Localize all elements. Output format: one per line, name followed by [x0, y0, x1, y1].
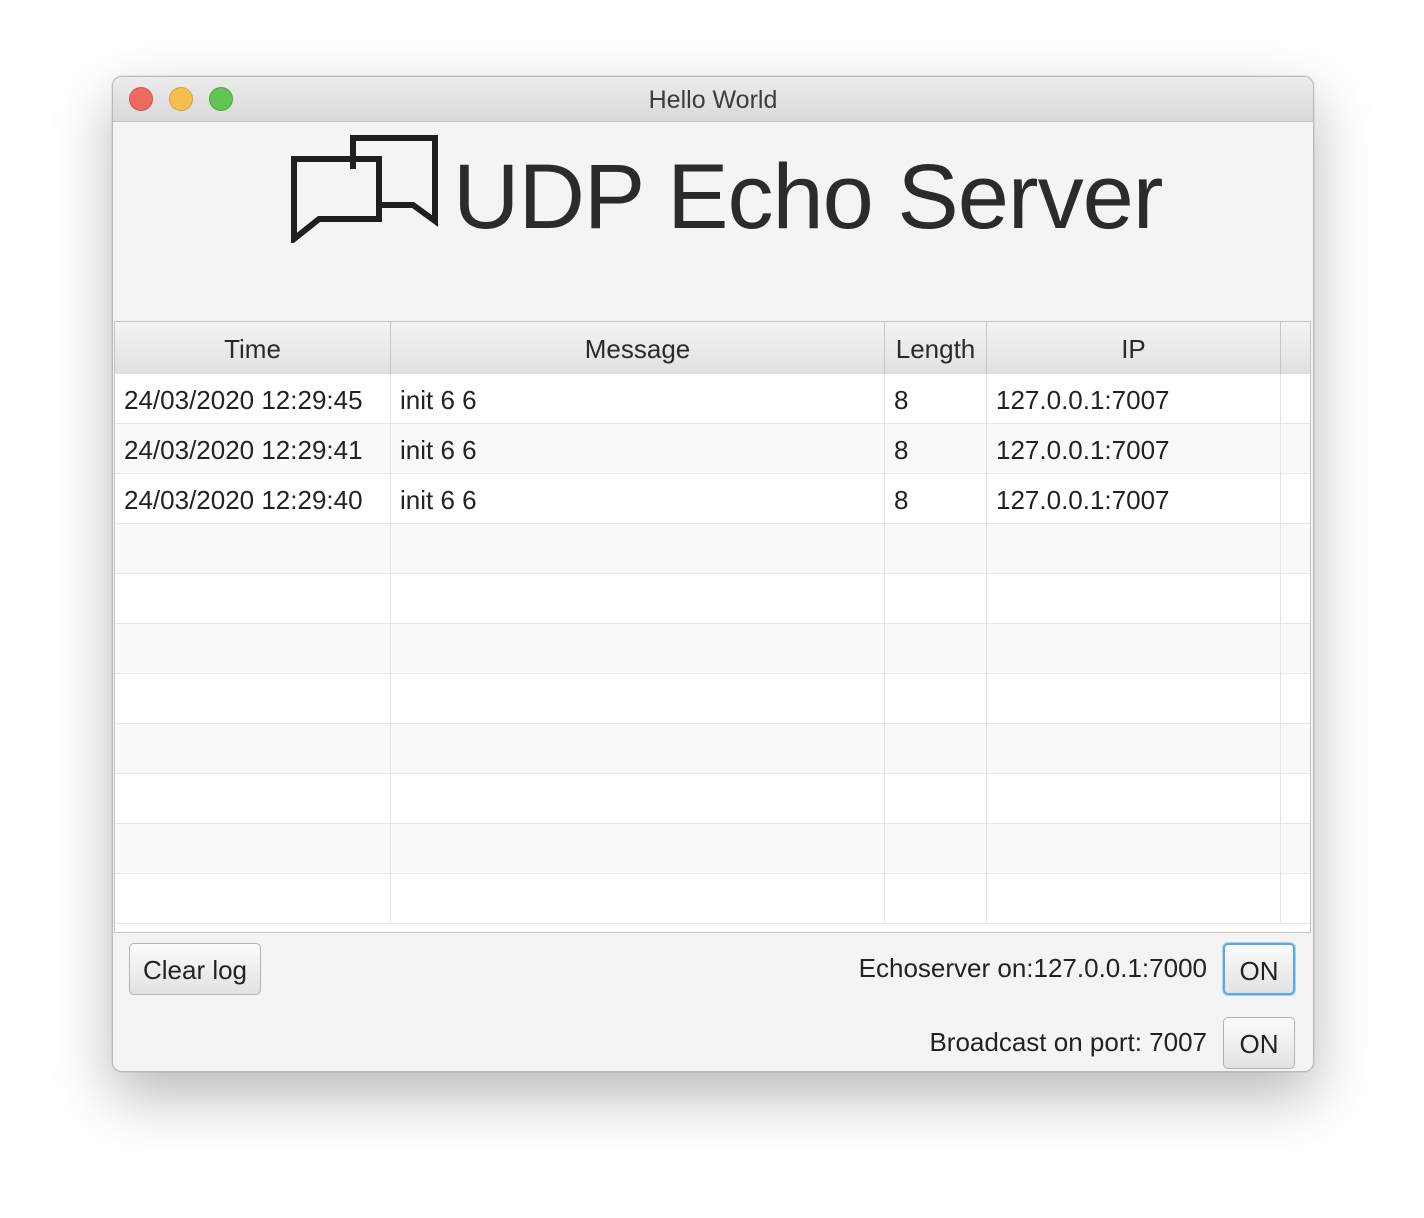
cell-time: 24/03/2020 12:29:45	[115, 374, 391, 424]
empty-row	[115, 724, 1310, 774]
echoserver-status-label: Echoserver on:127.0.0.1:7000	[858, 953, 1207, 983]
empty-cell	[391, 774, 885, 824]
empty-row	[115, 774, 1310, 824]
cell-ip: 127.0.0.1:7007	[987, 424, 1281, 474]
empty-cell	[1281, 674, 1310, 724]
empty-cell	[885, 874, 987, 924]
empty-cell	[987, 674, 1281, 724]
empty-cell	[987, 574, 1281, 624]
empty-row	[115, 524, 1310, 574]
empty-cell	[115, 574, 391, 624]
cell-length: 8	[885, 424, 987, 474]
empty-cell	[987, 824, 1281, 874]
column-header-message[interactable]: Message	[391, 322, 885, 374]
empty-cell	[987, 624, 1281, 674]
empty-cell	[391, 724, 885, 774]
cell-time: 24/03/2020 12:29:41	[115, 424, 391, 474]
table-row[interactable]: 24/03/2020 12:29:40 init 6 6 8 127.0.0.1…	[115, 474, 1310, 524]
cell-message: init 6 6	[391, 474, 885, 524]
empty-cell	[391, 524, 885, 574]
title-bar[interactable]: Hello World	[113, 77, 1313, 122]
cell-ip: 127.0.0.1:7007	[987, 374, 1281, 424]
empty-cell	[391, 824, 885, 874]
app-header: UDP Echo Server	[113, 121, 1313, 321]
log-table[interactable]: Time Message Length IP 24/03/2020 12:29:…	[114, 321, 1311, 933]
column-header-length[interactable]: Length	[885, 322, 987, 374]
window-title: Hello World	[648, 86, 778, 114]
broadcast-toggle-button[interactable]: ON	[1223, 1017, 1295, 1069]
empty-cell	[115, 874, 391, 924]
clear-log-button[interactable]: Clear log	[129, 943, 261, 995]
empty-row	[115, 824, 1310, 874]
cell-length: 8	[885, 474, 987, 524]
cell-length: 8	[885, 374, 987, 424]
cell-filler	[1281, 424, 1310, 474]
empty-cell	[987, 874, 1281, 924]
empty-row	[115, 624, 1310, 674]
empty-cell	[115, 724, 391, 774]
echoserver-toggle-button[interactable]: ON	[1223, 943, 1295, 995]
empty-cell	[115, 824, 391, 874]
empty-cell	[885, 674, 987, 724]
empty-row	[115, 674, 1310, 724]
app-window: Hello World UDP Echo Server Time Message…	[112, 76, 1314, 1072]
empty-cell	[1281, 624, 1310, 674]
column-header-time[interactable]: Time	[115, 322, 391, 374]
empty-cell	[885, 624, 987, 674]
empty-cell	[115, 624, 391, 674]
cell-filler	[1281, 474, 1310, 524]
empty-row	[115, 874, 1310, 924]
empty-cell	[115, 774, 391, 824]
empty-cell	[987, 724, 1281, 774]
cell-message: init 6 6	[391, 424, 885, 474]
table-header: Time Message Length IP	[115, 322, 1310, 375]
cell-time: 24/03/2020 12:29:40	[115, 474, 391, 524]
column-menu-button[interactable]	[1281, 322, 1310, 374]
app-title: UDP Echo Server	[453, 146, 1163, 248]
table-row[interactable]: 24/03/2020 12:29:45 init 6 6 8 127.0.0.1…	[115, 374, 1310, 424]
empty-cell	[1281, 574, 1310, 624]
empty-row	[115, 574, 1310, 624]
table-row[interactable]: 24/03/2020 12:29:41 init 6 6 8 127.0.0.1…	[115, 424, 1310, 474]
chat-bubbles-icon	[291, 135, 438, 243]
empty-cell	[1281, 724, 1310, 774]
empty-cell	[885, 724, 987, 774]
empty-cell	[1281, 774, 1310, 824]
empty-cell	[1281, 874, 1310, 924]
column-header-ip[interactable]: IP	[987, 322, 1281, 374]
cell-ip: 127.0.0.1:7007	[987, 474, 1281, 524]
empty-cell	[115, 674, 391, 724]
empty-cell	[987, 774, 1281, 824]
cell-filler	[1281, 374, 1310, 424]
empty-cell	[115, 524, 391, 574]
empty-cell	[391, 574, 885, 624]
empty-cell	[885, 524, 987, 574]
empty-cell	[391, 674, 885, 724]
cell-message: init 6 6	[391, 374, 885, 424]
empty-cell	[1281, 524, 1310, 574]
empty-cell	[885, 774, 987, 824]
broadcast-status-label: Broadcast on port: 7007	[929, 1027, 1207, 1057]
empty-cell	[885, 574, 987, 624]
empty-cell	[1281, 824, 1310, 874]
empty-cell	[885, 824, 987, 874]
empty-cell	[987, 524, 1281, 574]
empty-cell	[391, 624, 885, 674]
empty-cell	[391, 874, 885, 924]
